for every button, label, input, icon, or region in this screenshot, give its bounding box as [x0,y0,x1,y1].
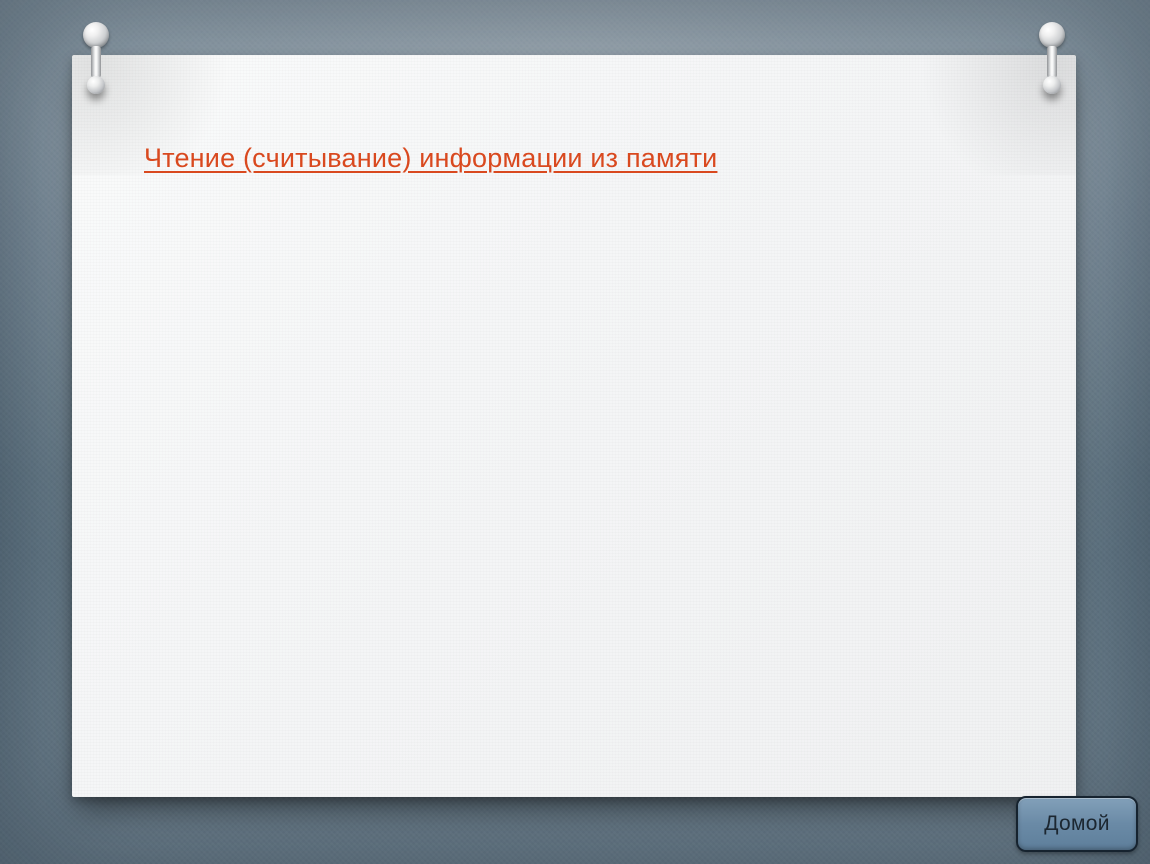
corner-shadow-right [896,55,1076,175]
paper-sheet: Чтение (считывание) информации из памяти [72,55,1076,797]
memory-read-link[interactable]: Чтение (считывание) информации из памяти [144,143,717,174]
home-button[interactable]: Домой [1016,796,1138,852]
